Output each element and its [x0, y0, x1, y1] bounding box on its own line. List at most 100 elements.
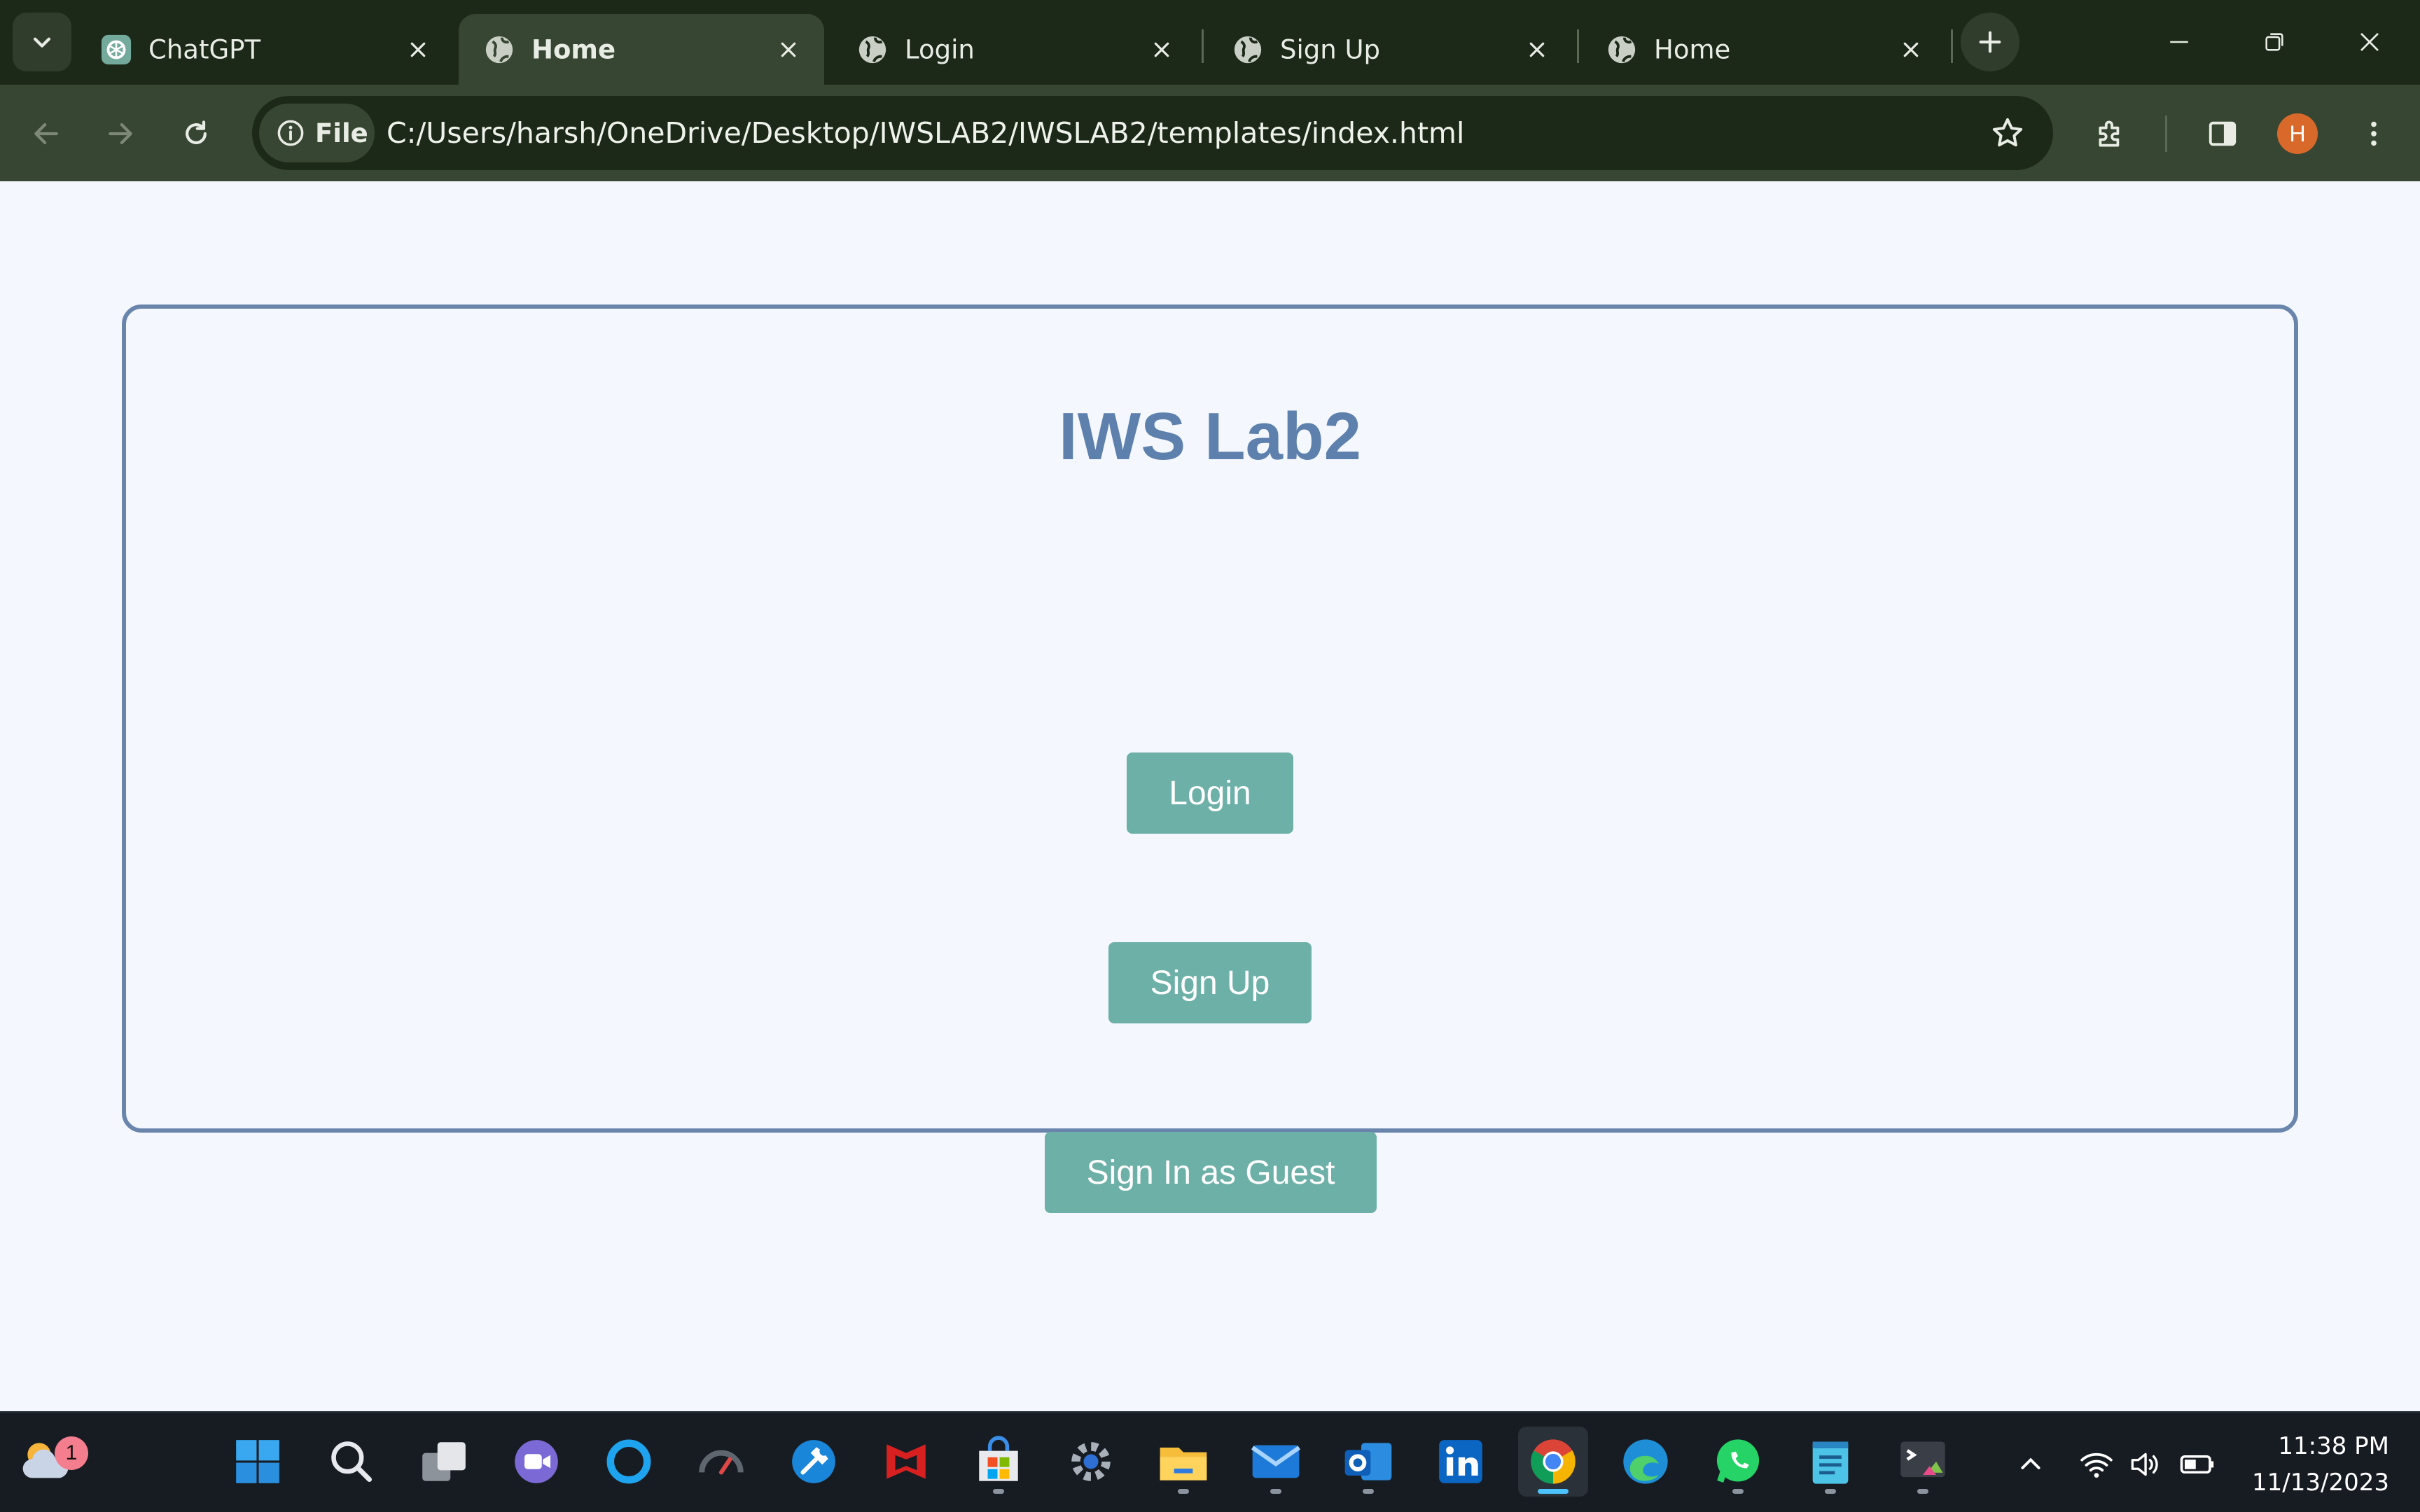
- battery-status[interactable]: [2178, 1445, 2217, 1484]
- close-icon[interactable]: [1900, 39, 1921, 60]
- restore-button[interactable]: [2245, 15, 2304, 69]
- microsoft-store-icon: [979, 1436, 1018, 1481]
- taskbar-app-notepad[interactable]: [1795, 1427, 1865, 1497]
- taskbar-app-chrome[interactable]: [1518, 1427, 1588, 1497]
- taskbar-app-settings[interactable]: [1056, 1427, 1126, 1497]
- taskbar-app-performance[interactable]: [686, 1427, 756, 1497]
- show-hidden-icons[interactable]: [2011, 1445, 2050, 1484]
- taskbar-app-tools[interactable]: [779, 1427, 849, 1497]
- taskbar-app-terminal[interactable]: [1888, 1427, 1958, 1497]
- profile-avatar[interactable]: H: [2277, 113, 2318, 154]
- speedometer-icon: [699, 1450, 744, 1475]
- restore-icon: [2265, 33, 2283, 51]
- windows-start-icon: [236, 1440, 279, 1483]
- tab-title: Home: [531, 34, 616, 64]
- taskbar-app-outlook[interactable]: [1333, 1427, 1403, 1497]
- tab-title: Sign Up: [1280, 34, 1381, 64]
- close-icon[interactable]: [1151, 39, 1172, 60]
- taskbar-app-mcafee[interactable]: [871, 1427, 941, 1497]
- reload-icon: [186, 120, 207, 144]
- browser-chrome: ChatGPT Home Login Sign Up Home File C:/…: [0, 0, 2420, 181]
- tab-sign-up[interactable]: Sign Up: [1207, 14, 1573, 85]
- cortana-icon: [606, 1439, 651, 1484]
- running-indicator: [1825, 1489, 1836, 1494]
- settings-tool-icon: [792, 1440, 835, 1483]
- arrow-right-icon: [109, 123, 132, 144]
- tab-chatgpt[interactable]: ChatGPT: [76, 14, 454, 85]
- tab-search-button[interactable]: [13, 13, 71, 71]
- notification-badge: 1: [55, 1436, 88, 1470]
- system-clock[interactable]: 11:38 PM 11/13/2023: [2252, 1428, 2389, 1501]
- tab-title: Home: [1654, 34, 1731, 64]
- tab-login[interactable]: Login: [832, 14, 1197, 85]
- battery-icon: [2180, 1455, 2214, 1474]
- close-window-button[interactable]: [2340, 15, 2399, 69]
- extensions-button[interactable]: [2084, 107, 2137, 160]
- tab-home[interactable]: Home: [1581, 14, 1947, 85]
- avatar-initial: H: [2289, 120, 2306, 146]
- puzzle-icon: [2099, 120, 2120, 147]
- login-button[interactable]: Login: [1127, 752, 1293, 834]
- chevron-down-icon: [33, 37, 51, 48]
- close-icon[interactable]: [408, 39, 429, 60]
- mail-icon: [1251, 1445, 1301, 1478]
- running-indicator: [1270, 1489, 1281, 1494]
- chevron-up-icon: [2021, 1457, 2040, 1469]
- url-text[interactable]: C:/Users/harsh/OneDrive/Desktop/IWSLAB2/…: [387, 116, 1464, 150]
- outlook-icon: [1344, 1443, 1392, 1480]
- volume-icon: [2131, 1452, 2158, 1476]
- taskbar-search[interactable]: [317, 1427, 387, 1497]
- teams-icon: [515, 1440, 558, 1483]
- forward-button[interactable]: [92, 106, 148, 162]
- home-card: IWS Lab2 Login Sign Up Sign In as Guest: [122, 304, 2298, 1213]
- site-info-chip[interactable]: File: [259, 104, 375, 162]
- tab-title: Login: [905, 34, 975, 64]
- taskbar-app-whatsapp[interactable]: [1703, 1427, 1773, 1497]
- globe-icon: [485, 36, 513, 63]
- start-button[interactable]: [223, 1427, 293, 1497]
- reload-button[interactable]: [168, 106, 224, 162]
- clock-time: 11:38 PM: [2278, 1432, 2389, 1460]
- page-viewport: IWS Lab2 Login Sign Up Sign In as Guest: [0, 181, 2420, 1411]
- more-vertical-icon: [2371, 121, 2377, 146]
- page-title: IWS Lab2: [1058, 399, 1362, 474]
- taskbar-app-edge[interactable]: [1611, 1427, 1681, 1497]
- taskbar-app-mail[interactable]: [1241, 1427, 1311, 1497]
- notepad-icon: [1812, 1441, 1849, 1484]
- terminal-icon: [1900, 1441, 1945, 1478]
- taskbar-app-file-explorer[interactable]: [1148, 1427, 1218, 1497]
- taskbar-app-linkedin[interactable]: [1426, 1427, 1496, 1497]
- minimize-icon: [2170, 41, 2188, 43]
- close-icon: [2360, 33, 2379, 51]
- chrome-icon: [1531, 1439, 1576, 1484]
- network-status[interactable]: [2077, 1445, 2116, 1484]
- guest-sign-in-button[interactable]: Sign In as Guest: [1045, 1132, 1377, 1213]
- close-icon[interactable]: [1527, 39, 1548, 60]
- taskbar-app-cortana[interactable]: [594, 1427, 664, 1497]
- taskbar-app-store[interactable]: [964, 1427, 1034, 1497]
- globe-icon: [1234, 36, 1262, 63]
- side-panel-button[interactable]: [2196, 107, 2249, 160]
- chatgpt-icon: [101, 34, 132, 64]
- browser-toolbar: File C:/Users/harsh/OneDrive/Desktop/IWS…: [0, 85, 2420, 181]
- running-indicator: [1732, 1489, 1744, 1494]
- settings-icon: [1071, 1442, 1111, 1481]
- star-icon[interactable]: [1990, 115, 2025, 150]
- globe-icon: [1608, 36, 1636, 63]
- weather-widget[interactable]: 1: [11, 1427, 88, 1497]
- browser-menu-button[interactable]: [2347, 107, 2400, 160]
- volume-control[interactable]: [2125, 1445, 2164, 1484]
- tab-separator: [1951, 29, 1953, 63]
- back-button[interactable]: [18, 106, 74, 162]
- wifi-icon: [2080, 1452, 2113, 1478]
- task-view[interactable]: [409, 1427, 479, 1497]
- sign-up-button[interactable]: Sign Up: [1108, 942, 1312, 1023]
- minimize-button[interactable]: [2150, 15, 2209, 69]
- close-icon[interactable]: [778, 39, 799, 60]
- edge-icon: [1623, 1439, 1668, 1484]
- new-tab-button[interactable]: [1961, 13, 2019, 71]
- address-bar[interactable]: File C:/Users/harsh/OneDrive/Desktop/IWS…: [252, 96, 2053, 170]
- toolbar-separator: [2165, 115, 2167, 152]
- taskbar-app-teams[interactable]: [501, 1427, 571, 1497]
- tab-home-active[interactable]: Home: [459, 14, 824, 85]
